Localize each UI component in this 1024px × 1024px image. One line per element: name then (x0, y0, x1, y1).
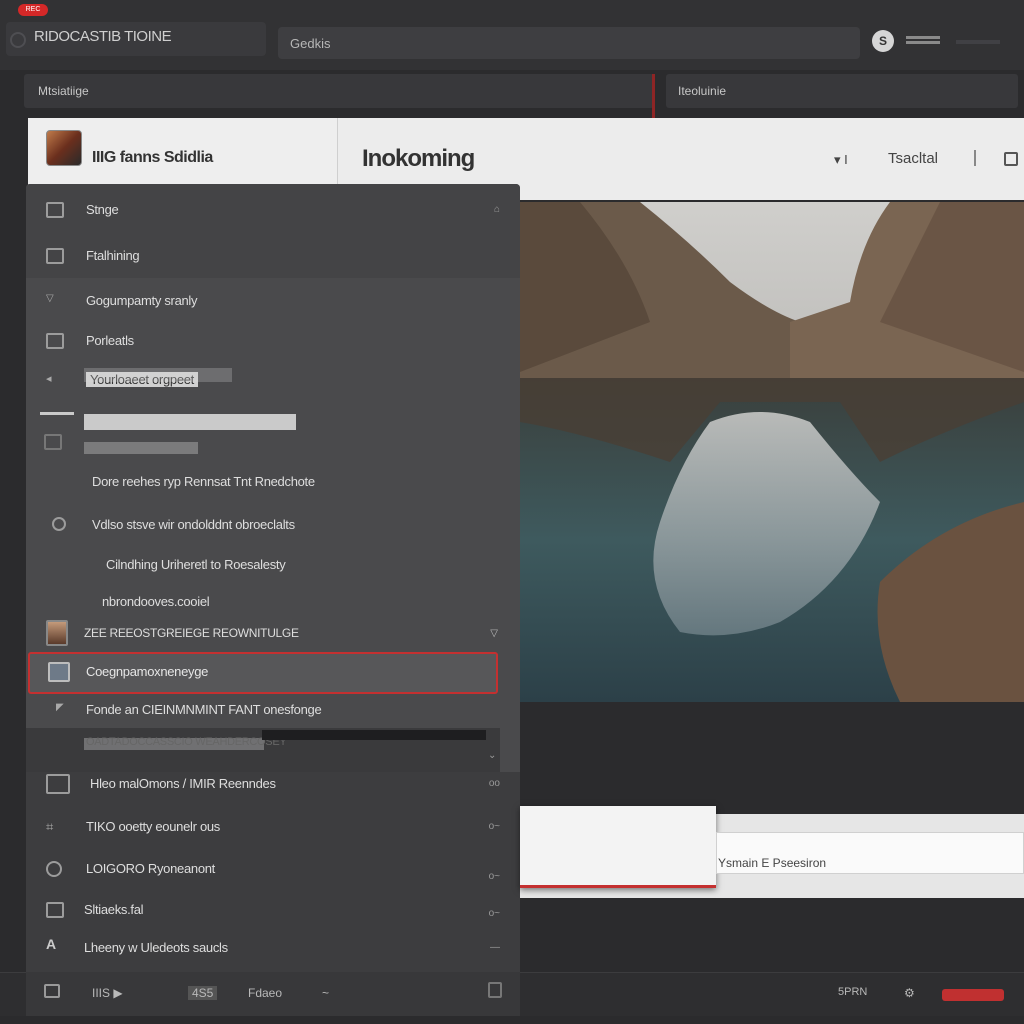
sidebar-item-label: LOIGORO Ryoneanont (86, 861, 215, 876)
more-icon[interactable]: o~ (489, 908, 500, 919)
search-input-value[interactable]: Gedkis (290, 36, 330, 51)
sidebar-item[interactable]: Vdlso stsve wir ondolddnt obroeclalts (26, 505, 520, 545)
header-divider (974, 150, 976, 166)
layout-icon[interactable] (1004, 152, 1018, 166)
sidebar-item[interactable]: ▽ Gogumpamty sranly (26, 281, 520, 321)
record-button[interactable] (942, 989, 1004, 1001)
play-button[interactable]: IIIS ▶ (92, 986, 123, 1000)
page-title: Inokoming (362, 145, 475, 172)
header-link[interactable]: Tsacltal (888, 150, 938, 167)
sidebar-item[interactable]: Stnge ⌂ (26, 190, 520, 230)
chevron-down-icon[interactable]: ⌄ (488, 750, 496, 761)
sidebar-item[interactable]: ZEE REEOSTGREIEGE REOWNITULGE ▽ (26, 614, 520, 654)
sidebar-item[interactable]: Ftalhining (26, 236, 520, 276)
sidebar-item-label: Ftalhining (86, 248, 140, 263)
breadcrumb-left-label: Mtsiatiige (38, 84, 89, 98)
divider (40, 412, 74, 415)
sidebar-item-label: Fonde an CIEINMNMINT FANT onesfonge (86, 702, 322, 717)
sidebar-item[interactable]: Sltiaeks.fal o~ (26, 890, 520, 930)
breadcrumb-left[interactable] (24, 74, 654, 108)
status-label: 5PRN (838, 986, 868, 998)
sidebar-item-label: Lheeny w Uledeots saucls (84, 940, 228, 955)
canyon-lake-image (520, 202, 1024, 702)
settings-icon[interactable] (44, 984, 60, 998)
tag-icon: ⌗ (46, 819, 54, 834)
divider (652, 74, 655, 118)
counter-badge: 4S5 (188, 986, 218, 1000)
sidebar-item-label: OADTADOCCASSCIO WEAHDERCOSEY (86, 736, 287, 748)
breadcrumb-right-label: Iteoluinie (678, 84, 727, 98)
more-icon[interactable] (956, 40, 1000, 44)
monitor-icon (46, 248, 64, 264)
globe-icon (46, 861, 62, 877)
image-icon (48, 662, 70, 682)
app-title: RIDOCASTIB TIOINE (34, 28, 172, 45)
sidebar-item-label: Coegnpamoxneneyge (86, 664, 209, 679)
search-input[interactable] (278, 27, 860, 59)
sidebar-item[interactable]: ⌗ TIKO ooetty eounelr ous o~ (26, 807, 520, 847)
globe-icon (52, 517, 66, 531)
studio-name: IIIG fanns Sdidlia (92, 149, 213, 166)
avatar[interactable] (46, 130, 82, 166)
more-icon[interactable]: oo (489, 778, 500, 789)
sidebar-item-label: Porleatls (86, 333, 134, 348)
sidebar-item[interactable]: A Lheeny w Uledeots saucls — (26, 928, 520, 968)
sidebar-item[interactable]: Dore reehes ryp Rennsat Tnt Rnedchote (26, 462, 520, 502)
arrow-icon: ◂ (46, 373, 52, 385)
menu-icon[interactable] (906, 36, 940, 46)
sidebar-item-label: Dore reehes ryp Rennsat Tnt Rnedchote (92, 474, 315, 489)
progress-bar (84, 414, 296, 430)
highlight-bar (84, 368, 232, 382)
status-text: Fdaeo (248, 986, 283, 1000)
sidebar-item-label: ZEE REEOSTGREIEGE REOWNITULGE (84, 626, 299, 640)
avatar (46, 620, 68, 646)
bookmark-icon (44, 434, 62, 450)
sidebar-item-label: TIKO ooetty eounelr ous (86, 819, 221, 834)
sidebar-item-label: Stnge (86, 202, 119, 217)
sidebar-item-label: Cilndhing Uriheretl to Roesalesty (106, 557, 286, 572)
sidebar-item-label: Vdlso stsve wir ondolddnt obroeclalts (92, 517, 295, 532)
folder-icon (46, 333, 64, 349)
chevron-down-icon[interactable]: ▽ (490, 628, 498, 639)
arrow-icon: ◤ (56, 702, 64, 713)
storage-icon (46, 202, 64, 218)
document-icon[interactable] (488, 982, 502, 998)
filter-icon[interactable]: ▾ I (834, 152, 848, 168)
grid-icon (46, 774, 70, 794)
shield-icon (10, 32, 26, 48)
sidebar-item-label: nbrondooves.cooiel (102, 594, 210, 609)
file-icon (46, 902, 64, 918)
wave-icon: ~ (322, 986, 330, 1000)
gear-icon[interactable]: ⚙ (904, 986, 915, 1000)
sidebar-item-label: Gogumpamty sranly (86, 293, 198, 308)
text-icon: A (46, 936, 57, 952)
sidebar-item-label: Hleo malOmons / IMIR Reenndes (90, 776, 276, 791)
record-badge: REC (18, 4, 48, 16)
account-icon[interactable]: S (872, 30, 894, 52)
preview-image[interactable] (520, 202, 1024, 702)
sidebar-item[interactable]: LOIGORO Ryoneanont o~ (26, 849, 520, 889)
dialog-button[interactable] (520, 806, 716, 888)
sidebar-item[interactable]: Cilndhing Uriheretl to Roesalesty (26, 545, 520, 585)
scrollbar[interactable] (262, 730, 486, 740)
sidebar-item[interactable]: Hleo malOmons / IMIR Reenndes oo (26, 764, 520, 804)
more-icon[interactable]: o~ (489, 871, 500, 882)
dialog-field-value: Ysmain E Pseesiron (718, 856, 827, 870)
progress-bar (84, 442, 198, 454)
more-icon[interactable]: — (490, 942, 500, 953)
sidebar-item-label: Sltiaeks.fal (84, 902, 144, 917)
sidebar-item[interactable]: Porleatls (26, 321, 520, 361)
chevron-down-icon: ▽ (46, 293, 54, 304)
more-icon[interactable]: o~ (489, 821, 500, 832)
home-icon[interactable]: ⌂ (494, 204, 500, 215)
sidebar-item[interactable]: ◤ Fonde an CIEINMNMINT FANT onesfonge (26, 690, 520, 730)
